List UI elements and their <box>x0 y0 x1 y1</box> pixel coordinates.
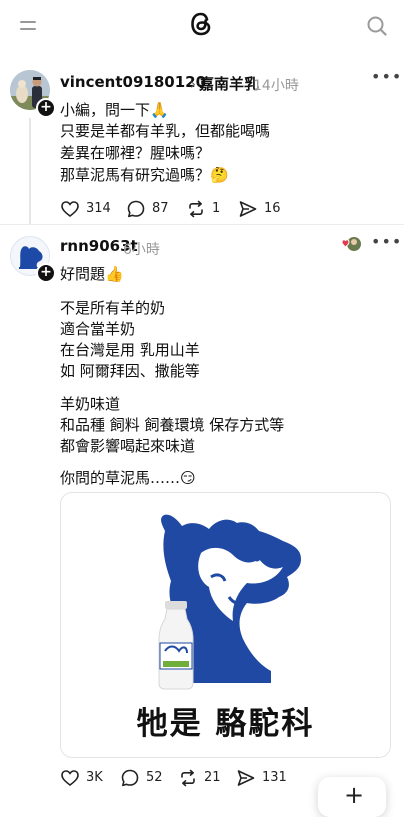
repost-icon <box>181 769 195 787</box>
send-icon <box>237 770 255 786</box>
top-bar <box>0 0 404 52</box>
post-username[interactable]: vincent09180120 <box>60 73 206 91</box>
follow-plus-icon[interactable]: + <box>36 98 56 118</box>
more-options-icon[interactable]: ••• <box>371 232 402 251</box>
reply-text-line: 你問的草泥馬……😏 <box>60 469 196 487</box>
repost-count: 21 <box>204 770 221 785</box>
reply-count: 52 <box>146 770 163 785</box>
heart-icon <box>61 201 79 218</box>
post-timestamp: 14小時 <box>253 78 299 94</box>
chevron-right-icon: › <box>190 75 196 93</box>
goat-milk-logo-illustration <box>158 514 301 690</box>
thread-connector-line <box>29 118 31 224</box>
follow-plus-icon[interactable]: + <box>36 263 56 283</box>
like-button[interactable]: 3K <box>60 768 103 788</box>
more-options-icon[interactable]: ••• <box>371 67 402 86</box>
reply-text-line: 和品種 飼料 飼養環境 保存方式等 <box>60 416 285 434</box>
post-topic-tag[interactable]: › 嘉南羊乳 <box>190 73 259 94</box>
post-divider <box>0 224 404 225</box>
reply-text-line: 好問題👍 <box>60 265 124 283</box>
post-text-line: 那草泥馬有研究過嗎？🤔 <box>60 166 229 184</box>
post-text-line: 小編，問一下🙏 <box>60 101 169 119</box>
comment-icon <box>127 200 145 218</box>
reply-text-line: 如 阿爾拜因、撒能等 <box>60 362 200 380</box>
like-button[interactable]: 314 <box>60 199 111 219</box>
reply-text-line: 不是所有羊的奶 <box>60 299 166 317</box>
image-caption: 牠是 駱駝科 <box>136 706 315 742</box>
repost-count: 1 <box>212 201 221 216</box>
liked-by-icon <box>341 237 361 251</box>
liked-by-avatars[interactable] <box>340 236 362 252</box>
attached-image[interactable]: 牠是 駱駝科 <box>60 492 391 758</box>
post-text-line: 差異在哪裡？腥味嗎？ <box>60 144 211 162</box>
share-button[interactable]: 16 <box>238 199 281 219</box>
send-icon <box>239 201 257 217</box>
share-count: 16 <box>264 201 281 216</box>
topic-tag-label: 嘉南羊乳 <box>199 75 260 93</box>
comment-icon <box>121 769 139 787</box>
reply-count: 87 <box>152 201 169 216</box>
post-text-line: 只要是羊都有羊乳，但都能喝嗎 <box>60 122 271 140</box>
reply-button[interactable]: 87 <box>126 199 172 219</box>
threads-logo-icon[interactable] <box>188 10 214 38</box>
reply-timestamp: 6小時 <box>123 242 160 258</box>
reply-text-line: 羊奶味道 <box>60 395 121 413</box>
reply-text-line: 適合當羊奶 <box>60 320 136 338</box>
search-icon[interactable] <box>366 15 388 37</box>
reply-text-line: 都會影響喝起來味道 <box>60 437 196 455</box>
repost-button[interactable]: 1 <box>186 199 222 219</box>
repost-icon <box>189 200 203 218</box>
heart-icon <box>61 770 79 787</box>
reply-button[interactable]: 52 <box>120 768 163 788</box>
share-count: 131 <box>262 770 287 785</box>
like-count: 314 <box>86 201 111 216</box>
like-count: 3K <box>86 770 103 785</box>
reply-text-line: 在台灣是用 乳用山羊 <box>60 341 200 359</box>
menu-icon[interactable] <box>20 21 36 31</box>
repost-button[interactable]: 21 <box>178 768 221 788</box>
new-post-button[interactable]: + <box>318 777 386 817</box>
share-button[interactable]: 131 <box>236 768 287 788</box>
plus-icon: + <box>344 781 365 809</box>
